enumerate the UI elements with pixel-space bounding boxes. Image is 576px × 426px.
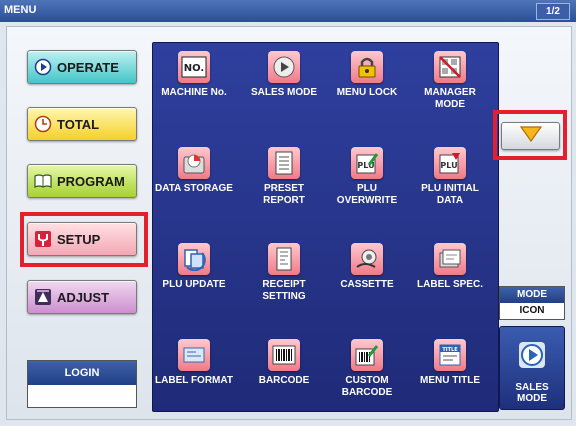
- plu-update-icon: [178, 243, 210, 275]
- total-button[interactable]: TOTAL: [27, 107, 137, 141]
- tile-label: BARCODE: [258, 375, 310, 386]
- tile-machine-number[interactable]: NO. MACHINE No.: [154, 51, 234, 131]
- book-icon: [34, 172, 52, 190]
- preset-report-icon: [268, 147, 300, 179]
- program-button[interactable]: PROGRAM: [27, 164, 137, 198]
- tile-menu-lock[interactable]: MENU LOCK: [327, 51, 407, 131]
- mode-value: ICON: [519, 305, 545, 316]
- tile-label: PRESET REPORT: [263, 183, 305, 206]
- tile-label: DATA STORAGE: [155, 183, 233, 194]
- tile-label: MENU TITLE: [420, 375, 480, 386]
- tile-data-storage[interactable]: DATA STORAGE: [154, 147, 234, 227]
- tile-plu-initial-data[interactable]: PLU PLU INITIAL DATA: [410, 147, 490, 227]
- sales-mode-label: SALES MODE: [515, 382, 549, 404]
- adjust-label: ADJUST: [57, 289, 110, 305]
- login-label: LOGIN: [28, 361, 136, 385]
- tile-cassette[interactable]: CASSETTE: [327, 243, 407, 323]
- operate-button[interactable]: OPERATE: [27, 50, 137, 84]
- window-title: MENU: [4, 4, 37, 16]
- mode-panel[interactable]: MODE ICON: [499, 286, 565, 320]
- tile-label: PLU INITIAL DATA: [421, 183, 479, 206]
- tile-label: MANAGER MODE: [424, 87, 476, 110]
- adjust-button[interactable]: ADJUST: [27, 280, 137, 314]
- tile-custom-barcode[interactable]: CUSTOM BARCODE: [327, 339, 407, 411]
- tile-label: CUSTOM BARCODE: [341, 375, 393, 398]
- tile-label: PLU OVERWRITE: [336, 183, 398, 206]
- program-label: PROGRAM: [57, 173, 125, 189]
- sales-mode-icon: [268, 51, 300, 83]
- tile-sales-mode[interactable]: SALES MODE: [244, 51, 324, 131]
- cassette-icon: [351, 243, 383, 275]
- tile-label: SALES MODE: [250, 87, 318, 98]
- tile-menu-title[interactable]: TITLE MENU TITLE: [410, 339, 490, 411]
- play-circle-icon: [34, 58, 52, 76]
- menu-icon-grid: NO. MACHINE No. SALES MODE MENU LOCK MAN…: [152, 42, 499, 412]
- tile-label-spec[interactable]: LABEL SPEC.: [410, 243, 490, 323]
- adjust-icon: [34, 288, 52, 306]
- label-format-icon: [178, 339, 210, 371]
- sales-mode-icon: [500, 339, 564, 376]
- barcode-icon: [268, 339, 300, 371]
- login-panel[interactable]: LOGIN: [27, 360, 137, 408]
- machine-number-icon: NO.: [178, 51, 210, 83]
- manager-mode-icon: [434, 51, 466, 83]
- tile-preset-report[interactable]: PRESET REPORT: [244, 147, 324, 227]
- tile-label: MENU LOCK: [336, 87, 398, 98]
- tile-plu-update[interactable]: PLU UPDATE: [154, 243, 234, 323]
- tile-label: RECEIPT SETTING: [262, 279, 306, 302]
- svg-text:NO.: NO.: [184, 63, 204, 74]
- plu-overwrite-icon: PLU: [351, 147, 383, 179]
- tile-receipt-setting[interactable]: RECEIPT SETTING: [244, 243, 324, 323]
- svg-text:PLU: PLU: [440, 161, 457, 170]
- menu-title-icon: TITLE: [434, 339, 466, 371]
- tile-label-format[interactable]: LABEL FORMAT: [154, 339, 234, 411]
- tile-label: PLU UPDATE: [162, 279, 226, 290]
- tile-label: MACHINE No.: [161, 87, 227, 98]
- svg-text:TITLE: TITLE: [442, 347, 458, 353]
- page-indicator: 1/2: [536, 3, 570, 20]
- tile-label: CASSETTE: [340, 279, 394, 290]
- clock-icon: [34, 115, 52, 133]
- total-label: TOTAL: [57, 116, 100, 132]
- label-spec-icon: [434, 243, 466, 275]
- custom-barcode-icon: [351, 339, 383, 371]
- tile-manager-mode[interactable]: MANAGER MODE: [410, 51, 490, 131]
- tile-barcode[interactable]: BARCODE: [244, 339, 324, 411]
- tile-plu-overwrite[interactable]: PLU PLU OVERWRITE: [327, 147, 407, 227]
- receipt-setting-icon: [268, 243, 300, 275]
- tile-label: LABEL SPEC.: [417, 279, 483, 290]
- lock-icon: [351, 51, 383, 83]
- title-bar: MENU 1/2: [0, 0, 576, 22]
- mode-label: MODE: [500, 287, 564, 303]
- tile-label: LABEL FORMAT: [155, 375, 233, 386]
- data-storage-icon: [178, 147, 210, 179]
- sales-mode-button[interactable]: SALES MODE: [499, 326, 565, 410]
- setup-highlight-box: [20, 212, 148, 267]
- next-page-highlight-box: [493, 110, 567, 160]
- plu-initial-data-icon: PLU: [434, 147, 466, 179]
- operate-label: OPERATE: [57, 59, 119, 75]
